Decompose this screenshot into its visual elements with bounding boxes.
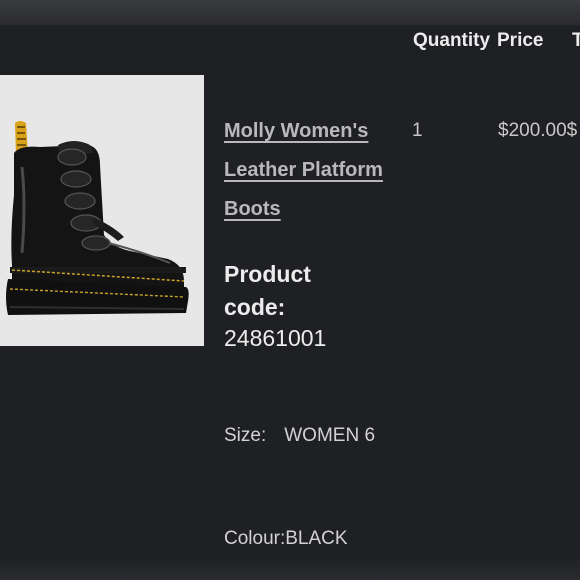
quantity-value: 1 [412, 120, 423, 141]
colour-row: Colour:BLACK [224, 528, 348, 550]
bottom-edge [0, 558, 580, 580]
column-header-quantity: Quantity [413, 30, 491, 51]
size-value: WOMEN 6 [284, 425, 376, 446]
price-value: $200.00$ [498, 120, 578, 141]
column-header-price: Price [497, 30, 544, 51]
cart-page: Quantity Price T Molly Women's Leather P… [0, 0, 580, 580]
colour-label: Colour: [224, 528, 286, 549]
colour-value: BLACK [285, 528, 348, 549]
top-bar [0, 0, 580, 25]
product-title-link[interactable]: Molly Women's Leather Platform Boots [224, 112, 409, 229]
product-code-label: Product code: [224, 261, 311, 320]
size-label: Size: [224, 425, 267, 446]
column-header-total: T [572, 30, 580, 51]
product-code-value: 24861001 [224, 325, 327, 351]
size-row: Size: WOMEN 6 [224, 425, 375, 447]
product-image[interactable] [0, 75, 204, 346]
boot-image-icon [0, 75, 204, 346]
